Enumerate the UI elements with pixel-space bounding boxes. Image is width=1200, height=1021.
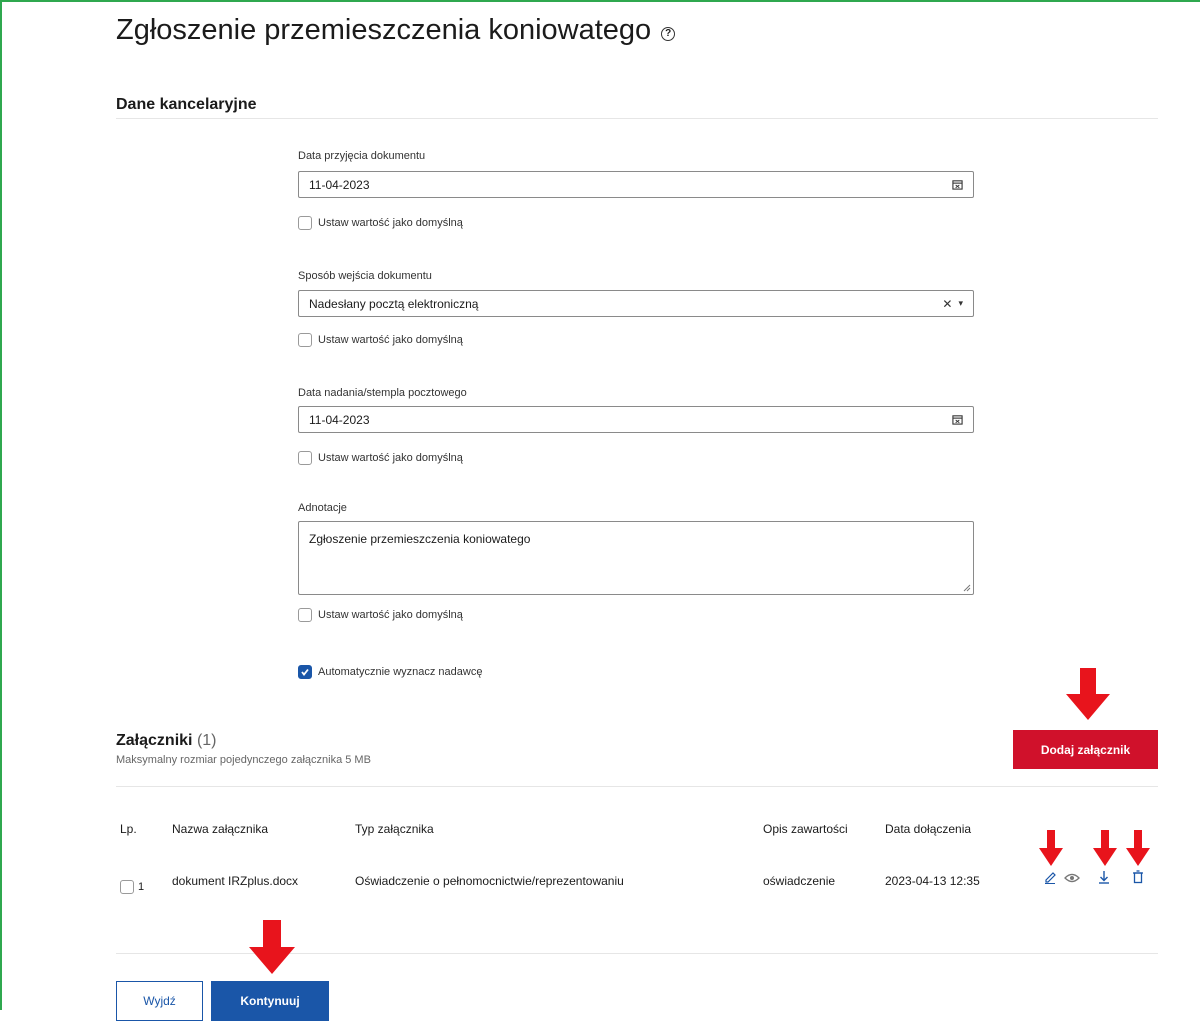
col-header-description: Opis zawartości (763, 822, 848, 836)
checkbox[interactable] (298, 333, 312, 347)
col-header-name: Nazwa załącznika (172, 822, 269, 836)
postmark-date-default-checkbox[interactable]: Ustaw wartość jako domyślną (298, 451, 463, 465)
checkbox-label: Ustaw wartość jako domyślną (318, 609, 463, 621)
date-received-input[interactable]: 11-04-2023 (298, 171, 974, 198)
checkbox-label: Ustaw wartość jako domyślną (318, 334, 463, 346)
annotations-label: Adnotacje (298, 502, 347, 514)
auto-sender-checkbox[interactable]: Automatycznie wyznacz nadawcę (298, 665, 482, 679)
download-icon[interactable] (1097, 868, 1111, 884)
col-header-type: Typ załącznika (355, 822, 434, 836)
date-received-default-checkbox[interactable]: Ustaw wartość jako domyślną (298, 216, 463, 230)
row-date: 2023-04-13 12:35 (885, 874, 980, 888)
row-type: Oświadczenie o pełnomocnictwie/reprezent… (355, 874, 624, 888)
arrow-down-icon (1066, 668, 1110, 720)
section-title: Dane kancelaryjne (116, 96, 257, 113)
annotations-value: Zgłoszenie przemieszczenia koniowatego (309, 532, 531, 546)
checkbox-label: Ustaw wartość jako domyślną (318, 452, 463, 464)
trash-icon[interactable] (1131, 868, 1145, 884)
chevron-down-icon[interactable]: ▾ (958, 298, 963, 309)
entry-method-label: Sposób wejścia dokumentu (298, 270, 432, 282)
continue-button[interactable]: Kontynuuj (211, 981, 329, 1021)
attachments-title: Załączniki (1) (116, 732, 217, 749)
col-header-lp: Lp. (120, 822, 137, 836)
checkbox-label: Automatycznie wyznacz nadawcę (318, 666, 483, 678)
row-description: oświadczenie (763, 874, 836, 888)
col-header-date: Data dołączenia (885, 822, 972, 836)
page-frame (0, 0, 1200, 1010)
postmark-date-label: Data nadania/stempla pocztowego (298, 387, 467, 399)
clear-icon[interactable]: ✕ (942, 297, 952, 311)
row-checkbox[interactable] (120, 880, 134, 894)
arrow-down-icon (1126, 830, 1150, 866)
date-received-value: 11-04-2023 (309, 177, 370, 192)
calendar-icon[interactable] (952, 179, 963, 190)
date-received-label: Data przyjęcia dokumentu (298, 150, 426, 162)
annotations-default-checkbox[interactable]: Ustaw wartość jako domyślną (298, 608, 463, 622)
calendar-icon[interactable] (952, 414, 963, 425)
resize-grip-icon[interactable] (963, 584, 971, 592)
arrow-down-icon (249, 920, 295, 974)
checkbox-checked[interactable] (298, 665, 312, 679)
attachments-count: (1) (196, 732, 217, 749)
checkmark-icon (301, 668, 309, 676)
arrow-down-icon (1039, 830, 1063, 866)
row-name: dokument IRZplus.docx (172, 874, 299, 888)
annotations-textarea[interactable]: Zgłoszenie przemieszczenia koniowatego (298, 521, 974, 595)
row-lp: 1 (138, 881, 145, 893)
checkbox[interactable] (298, 608, 312, 622)
postmark-date-input[interactable]: 11-04-2023 (298, 406, 974, 433)
exit-button[interactable]: Wyjdź (116, 981, 203, 1021)
arrow-down-icon (1093, 830, 1117, 866)
attachments-divider (116, 786, 1158, 787)
checkbox-label: Ustaw wartość jako domyślną (318, 217, 463, 229)
postmark-date-value: 11-04-2023 (309, 412, 370, 427)
entry-method-value: Nadesłany pocztą elektroniczną (309, 296, 479, 311)
checkbox[interactable] (298, 216, 312, 230)
page-title: Zgłoszenie przemieszczenia koniowatego ? (116, 14, 676, 47)
entry-method-default-checkbox[interactable]: Ustaw wartość jako domyślną (298, 333, 463, 347)
eye-icon[interactable] (1064, 868, 1080, 884)
table-row-select[interactable]: 1 (120, 880, 144, 894)
edit-icon[interactable] (1043, 868, 1057, 884)
entry-method-select[interactable]: Nadesłany pocztą elektroniczną ✕ ▾ (298, 290, 974, 317)
section-divider (116, 118, 1158, 119)
help-icon[interactable]: ? (661, 26, 676, 41)
checkbox[interactable] (298, 451, 312, 465)
attachments-subtitle: Maksymalny rozmiar pojedynczego załączni… (116, 754, 371, 766)
add-attachment-button[interactable]: Dodaj załącznik (1013, 730, 1158, 769)
